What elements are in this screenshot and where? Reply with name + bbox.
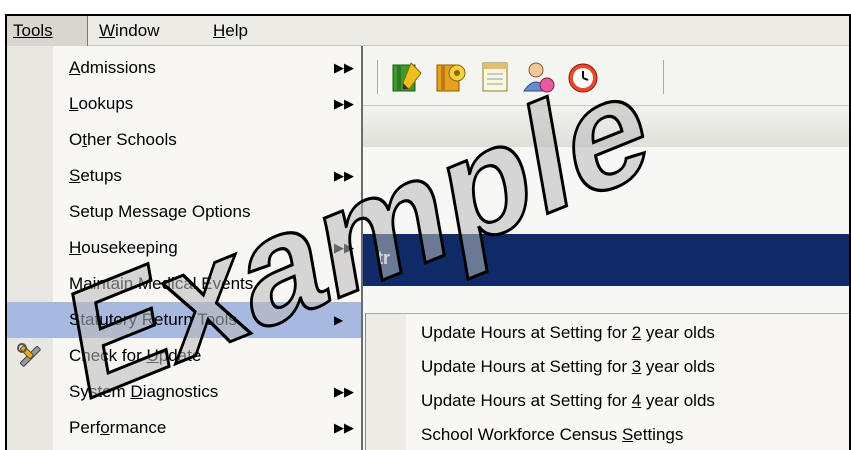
submenu-arrow-icon: ▶▶	[334, 420, 354, 435]
tools-menu: Admissions ▶▶ Lookups ▶▶ Other Schools S…	[7, 46, 363, 450]
menu-item-admissions[interactable]: Admissions ▶▶	[7, 50, 361, 86]
submenu-arrow-icon: ▶▶	[334, 240, 354, 255]
menu-item-system-diagnostics[interactable]: System Diagnostics ▶▶	[7, 374, 361, 410]
user-group-icon[interactable]	[521, 59, 557, 95]
statutory-return-submenu: Update Hours at Setting for 2 year olds …	[365, 313, 849, 450]
menu-item-statutory-return-tools[interactable]: Statutory Return Tools ▶	[7, 302, 361, 338]
submenu-arrow-icon: ▶▶	[334, 96, 354, 111]
menu-item-setups[interactable]: Setups ▶▶	[7, 158, 361, 194]
submenu-arrow-icon: ▶	[334, 313, 344, 327]
menu-item-lookups[interactable]: Lookups ▶▶	[7, 86, 361, 122]
menu-tools-label: Tools	[13, 21, 53, 40]
submenu-arrow-icon: ▶▶	[334, 384, 354, 399]
submenu-arrow-icon: ▶▶	[334, 60, 354, 75]
submenu-item-hours-4-year-olds[interactable]: Update Hours at Setting for 4 year olds	[366, 383, 849, 418]
menu-item-other-schools[interactable]: Other Schools	[7, 122, 361, 158]
submenu-item-workforce-census-settings[interactable]: School Workforce Census Settings	[366, 417, 849, 450]
tools-icon	[17, 343, 41, 367]
submenu-item-hours-3-year-olds[interactable]: Update Hours at Setting for 3 year olds	[366, 349, 849, 384]
menu-bar: Tools Window Help	[7, 16, 849, 46]
gear-book-icon[interactable]	[433, 59, 469, 95]
toolbar	[363, 46, 849, 106]
menu-help[interactable]: Help	[207, 16, 254, 46]
title-band-text: tr	[377, 248, 390, 268]
app-window: Tools Window Help tr Admissions ▶▶ Looku…	[5, 14, 851, 450]
pencil-book-icon[interactable]	[389, 59, 425, 95]
submenu-arrow-icon: ▶▶	[334, 168, 354, 183]
header-band	[363, 107, 849, 147]
menu-item-performance[interactable]: Performance ▶▶	[7, 410, 361, 446]
menu-tools[interactable]: Tools	[7, 16, 88, 46]
notepad-icon[interactable]	[477, 59, 513, 95]
menu-window[interactable]: Window	[93, 16, 165, 46]
menu-item-housekeeping[interactable]: Housekeeping ▶▶	[7, 230, 361, 266]
menu-item-check-for-update[interactable]: Check for Update	[7, 338, 361, 374]
toolbar-grip	[377, 60, 380, 94]
menu-item-setup-message-options[interactable]: Setup Message Options	[7, 194, 361, 230]
submenu-item-hours-2-year-olds[interactable]: Update Hours at Setting for 2 year olds	[366, 315, 849, 350]
toolbar-separator	[663, 60, 665, 94]
menu-item-maintain-medical-events[interactable]: Maintain Medical Events	[7, 266, 361, 302]
clock-icon[interactable]	[565, 59, 601, 95]
title-band: tr	[363, 234, 849, 286]
